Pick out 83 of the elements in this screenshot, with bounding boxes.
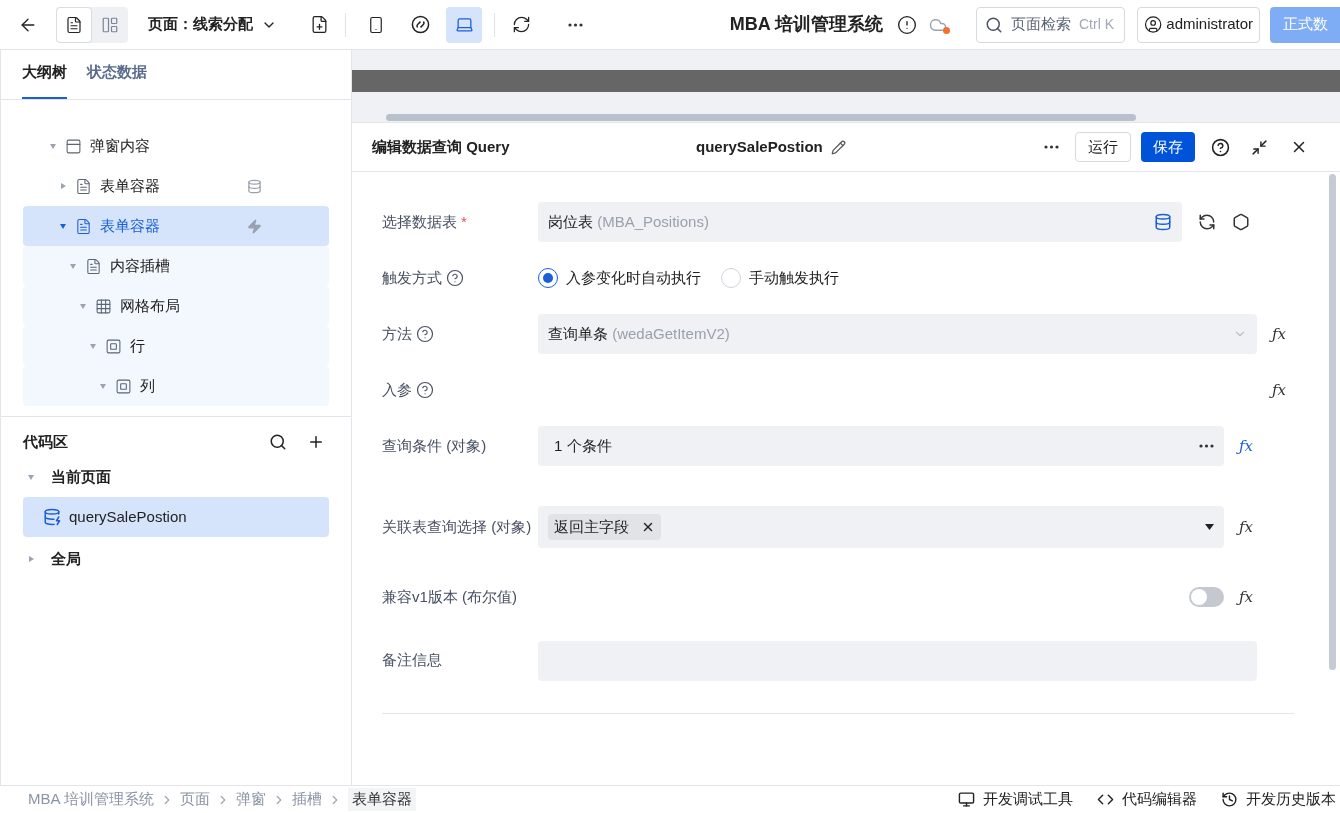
tool-button[interactable]: 开发调试工具 (958, 788, 1073, 811)
remove-icon[interactable] (641, 520, 655, 534)
history-icon (1221, 791, 1238, 808)
layout-icon (101, 15, 119, 34)
radio-option[interactable]: 手动触发执行 (721, 266, 839, 290)
tree-item[interactable]: 行 (23, 326, 329, 366)
help-icon[interactable] (416, 325, 434, 343)
required-mark: * (461, 211, 467, 232)
form-icon (85, 257, 102, 275)
refresh-icon[interactable] (1198, 213, 1216, 231)
sync-icon[interactable] (511, 15, 531, 34)
scrollbar[interactable] (1329, 174, 1336, 670)
section-title: 代码区 (23, 431, 68, 452)
collapse-icon[interactable] (1251, 138, 1268, 156)
phone-icon (367, 15, 385, 34)
query-item[interactable]: querySalePostion (23, 497, 329, 537)
form-icon (75, 217, 92, 235)
shortcut-hint: Ctrl K (1079, 15, 1114, 34)
sidebar-tab[interactable]: 大纲树 (22, 60, 67, 99)
database-icon (1154, 213, 1172, 231)
tree-item[interactable]: 网格布局 (23, 286, 329, 326)
radio-option[interactable]: 入参变化时自动执行 (538, 266, 701, 290)
frame-icon (115, 377, 132, 395)
query-name: querySalePostion (696, 136, 823, 157)
method-select[interactable]: 查询单条 (wedaGetItemV2) (538, 314, 1257, 354)
search-icon (985, 15, 1003, 34)
tree-item[interactable]: 内容插槽 (23, 246, 329, 286)
bolt-icon (247, 218, 262, 234)
more-icon[interactable] (1199, 444, 1214, 448)
view-toggle[interactable] (56, 6, 92, 43)
laptop-icon (454, 15, 474, 34)
user-button[interactable]: administrator (1137, 6, 1260, 43)
tree-item[interactable]: 弹窗内容 (23, 126, 329, 166)
dropdown-icon (1205, 524, 1214, 530)
link-circle-icon (410, 15, 430, 34)
field-label: 入参 (382, 379, 412, 400)
field-label: 兼容v1版本 (布尔值) (382, 587, 517, 607)
table-select[interactable]: 岗位表 (MBA_Positions) (538, 202, 1182, 242)
caret-icon[interactable] (59, 222, 67, 230)
monitor-icon (958, 791, 975, 808)
app-title: MBA 培训管理系统 (729, 13, 883, 36)
field-label: 关联表查询选择 (对象) (382, 516, 532, 537)
settings-icon[interactable] (1232, 213, 1250, 231)
outline-icon (65, 15, 83, 34)
tool-button[interactable]: 代码编辑器 (1097, 788, 1197, 811)
relation-select[interactable]: 返回主字段 (538, 506, 1224, 548)
add-icon[interactable] (307, 433, 325, 451)
field-label: 备注信息 (382, 650, 442, 671)
breadcrumb-item[interactable]: 表单容器 (347, 788, 416, 811)
condition-field[interactable]: 1 个条件 (538, 426, 1224, 466)
alert-icon (897, 14, 917, 35)
grid-icon (95, 297, 112, 315)
help-icon[interactable] (446, 269, 464, 287)
editor-title: 编辑数据查询 Query (372, 136, 511, 157)
field-label: 方法 (382, 323, 412, 344)
field-label: 选择数据表 (382, 211, 457, 232)
search-icon[interactable] (269, 433, 287, 451)
tool-button[interactable]: 开发历史版本 (1221, 788, 1336, 811)
user-icon (1144, 15, 1163, 34)
tree-item[interactable]: 列 (23, 366, 329, 406)
frame-icon (105, 337, 122, 355)
help-icon[interactable] (416, 381, 434, 399)
search-field[interactable]: 页面检索 Ctrl K (976, 6, 1125, 43)
database-icon (247, 178, 262, 194)
toggle-switch[interactable] (1189, 587, 1224, 608)
code-group[interactable]: 当前页面 (23, 457, 329, 497)
run-button[interactable]: 运行 (1075, 132, 1131, 162)
panel-icon (65, 137, 82, 155)
help-icon[interactable] (1211, 137, 1230, 157)
save-button[interactable]: 保存 (1141, 132, 1195, 162)
sidebar-tab[interactable]: 状态数据 (87, 60, 147, 99)
tag: 返回主字段 (548, 513, 661, 541)
database-icon (43, 508, 61, 526)
more-icon[interactable] (1044, 145, 1059, 149)
field-label: 查询条件 (对象) (382, 435, 487, 456)
field-label: 触发方式 (382, 267, 442, 288)
form-icon (75, 177, 92, 195)
tree-item[interactable]: 表单容器 (23, 206, 329, 246)
code-group[interactable]: 全局 (23, 539, 329, 579)
more-icon[interactable] (567, 22, 583, 27)
edit-icon[interactable] (830, 139, 846, 155)
tree-item[interactable]: 表单容器 (23, 166, 329, 206)
page-selector[interactable]: 页面：线索分配 (148, 13, 277, 36)
